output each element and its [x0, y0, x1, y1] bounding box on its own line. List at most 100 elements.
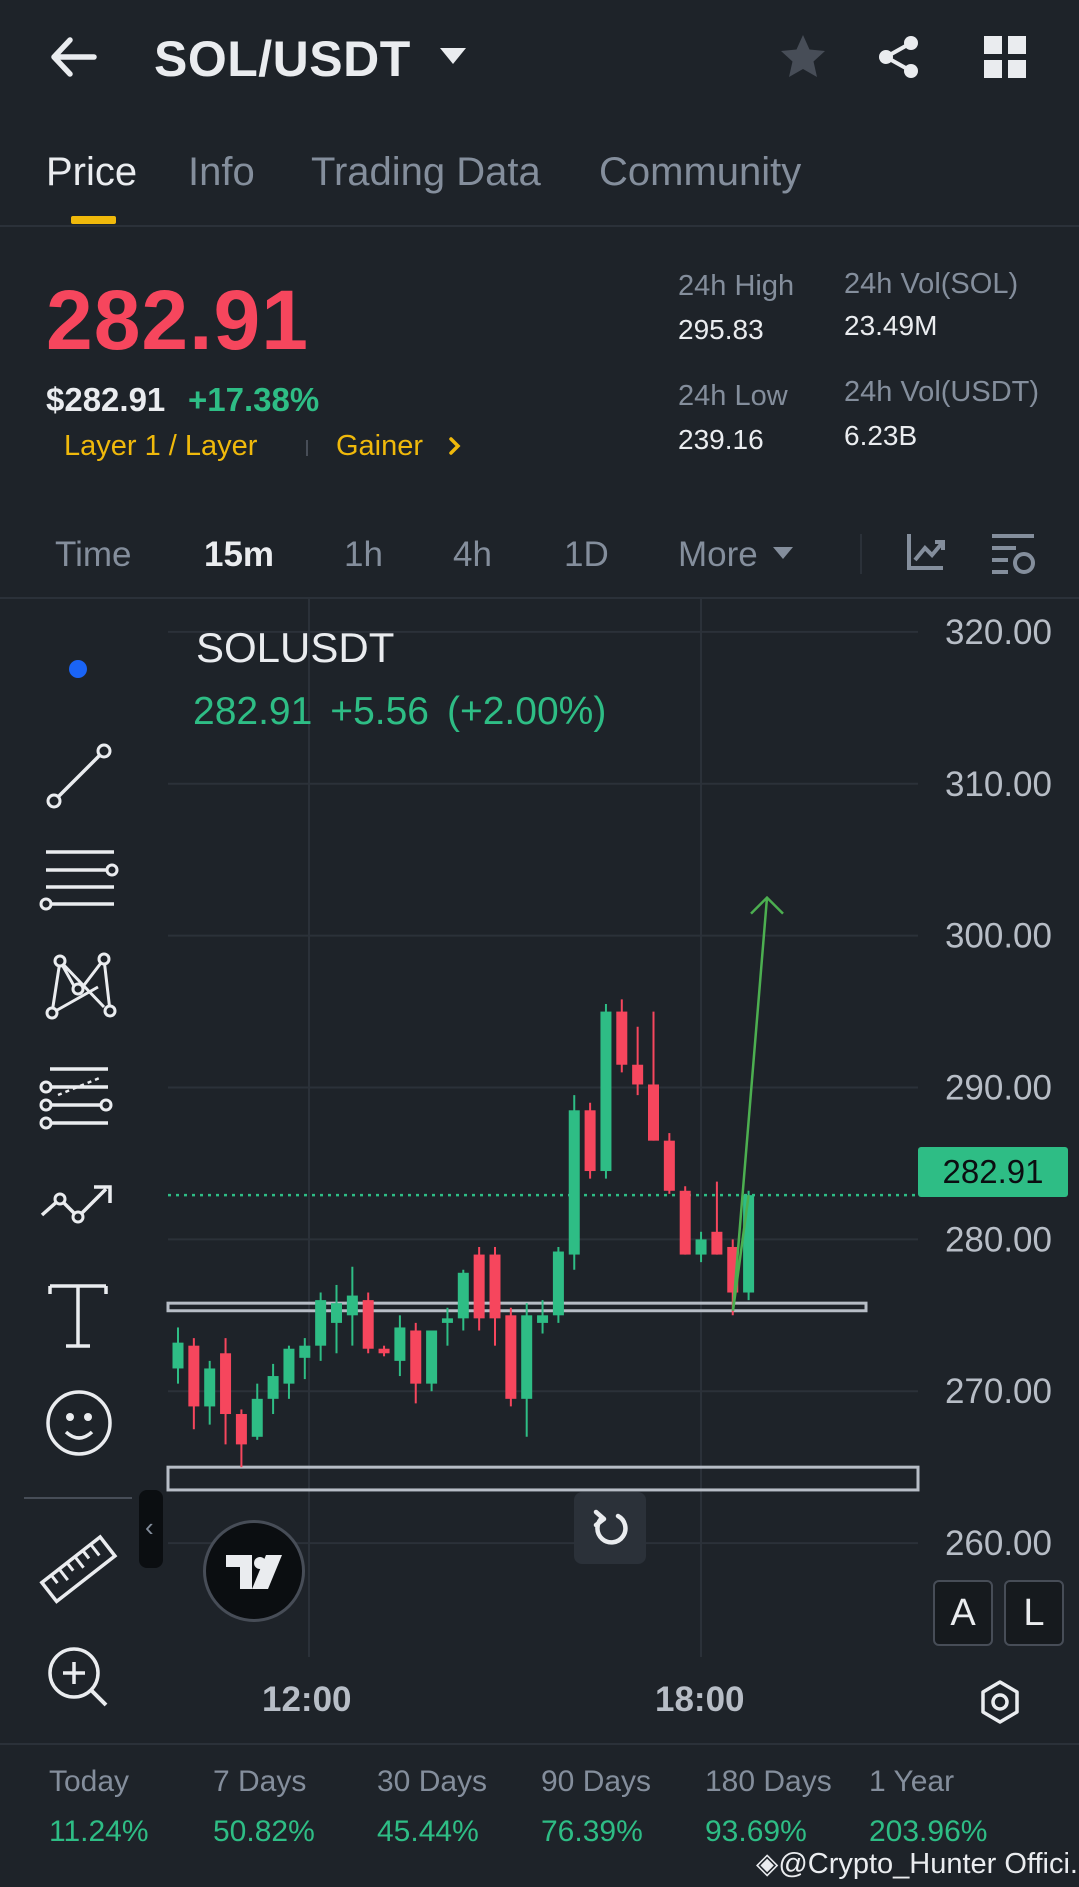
y-tick-label: 300.00 [945, 917, 1052, 956]
zoom-in-icon[interactable] [36, 1635, 122, 1721]
candle-body [362, 1300, 374, 1349]
candle-body [172, 1342, 184, 1369]
tab-community[interactable]: Community [599, 150, 801, 195]
candle-body [489, 1254, 501, 1319]
back-arrow-icon[interactable] [44, 30, 104, 84]
perf-label-180d: 180 Days [705, 1765, 832, 1798]
horizontal-lines-tool-icon[interactable] [36, 837, 122, 923]
support-zone [166, 1465, 920, 1492]
stat-24h-low-label: 24h Low [678, 380, 788, 412]
candle-body [711, 1231, 723, 1255]
chevron-left-icon: ‹ [145, 1512, 154, 1542]
interval-1h[interactable]: 1h [344, 535, 383, 575]
perf-value-1y: 203.96% [869, 1815, 988, 1848]
candle-body [204, 1368, 216, 1407]
grid-menu-icon[interactable] [982, 34, 1028, 80]
candle-body [315, 1300, 327, 1346]
top-bar: SOL/USDT [0, 0, 1079, 115]
pair-title[interactable]: SOL/USDT [154, 30, 411, 88]
last-price: 282.91 [46, 273, 309, 367]
cursor-dot-icon[interactable] [36, 627, 122, 713]
tag-divider [306, 440, 308, 456]
ruler-tool-icon[interactable] [36, 1527, 122, 1613]
candle-body [251, 1398, 263, 1437]
tab-info[interactable]: Info [188, 150, 255, 195]
perf-value-today: 11.24% [49, 1815, 149, 1848]
stat-24h-low-value: 239.16 [678, 424, 764, 455]
interval-15m[interactable]: 15m [204, 535, 274, 575]
candle-body [568, 1110, 580, 1255]
perf-value-90d: 76.39% [541, 1815, 643, 1848]
tab-trading-data[interactable]: Trading Data [311, 150, 541, 195]
chart-gear-icon[interactable] [976, 1678, 1024, 1726]
last-price-tag: 282.91 [918, 1147, 1068, 1197]
perf-label-30d: 30 Days [377, 1765, 488, 1798]
x-tick-12-00: 12:00 [262, 1680, 352, 1719]
category-tag-layer[interactable]: Layer 1 / Layer [64, 430, 257, 463]
candle-body [600, 1011, 612, 1172]
chart-symbol: SOLUSDT [196, 624, 395, 671]
candle-body [267, 1376, 279, 1399]
chart-last-price: 282.91 [193, 690, 313, 733]
candle-body [552, 1251, 564, 1316]
toolbar-collapse-handle[interactable]: ‹ [139, 1490, 163, 1568]
tradingview-logo-icon [226, 1555, 282, 1589]
interval-4h[interactable]: 4h [453, 535, 492, 575]
candle-body [457, 1272, 469, 1319]
candle-body [695, 1239, 707, 1255]
perf-label-today: Today [49, 1765, 130, 1798]
chart-legend: 282.91 +5.56 (+2.00%) [193, 690, 624, 734]
refresh-icon [593, 1509, 628, 1545]
fib-tool-icon[interactable] [36, 1053, 122, 1139]
candle-body [235, 1414, 247, 1445]
candle-body [473, 1254, 485, 1319]
pattern-tool-icon[interactable] [36, 941, 122, 1027]
x-tick-18-00: 18:00 [655, 1680, 745, 1719]
candle-body [378, 1348, 390, 1354]
stat-24h-vol-quote-value: 6.23B [844, 420, 918, 451]
caret-down-icon[interactable] [772, 545, 794, 561]
tab-price[interactable]: Price [46, 150, 137, 195]
support-zone [166, 1301, 868, 1313]
y-tick-label: 310.00 [945, 765, 1052, 804]
chart-settings-icon[interactable] [990, 530, 1036, 576]
indicator-icon[interactable] [905, 530, 947, 572]
reset-chart-button[interactable] [574, 1492, 646, 1564]
candle-body [648, 1084, 659, 1141]
perf-value-7d: 50.82% [213, 1815, 315, 1848]
interval-more[interactable]: More [678, 535, 758, 575]
candle-body [283, 1348, 295, 1384]
perf-label-1y: 1 Year [869, 1765, 955, 1798]
stat-24h-vol-base-label: 24h Vol(SOL) [844, 268, 1019, 300]
y-tick-label: 320.00 [945, 613, 1052, 652]
y-tick-label: 270.00 [945, 1372, 1052, 1411]
emoji-tool-icon[interactable] [36, 1380, 122, 1466]
chart-change: +5.56 [330, 690, 429, 733]
tradingview-logo[interactable] [203, 1520, 305, 1622]
candle-body [679, 1190, 691, 1255]
candle-body [537, 1315, 549, 1323]
candle-body [743, 1195, 755, 1293]
candle-body [663, 1140, 675, 1191]
tab-bar: Price Info Trading Data Community [0, 140, 1079, 227]
candle-body [616, 1011, 628, 1065]
share-icon[interactable] [874, 32, 924, 82]
stat-24h-vol-quote-label: 24h Vol(USDT) [844, 376, 1040, 408]
candle-body [299, 1345, 311, 1358]
interval-divider [860, 534, 862, 574]
interval-time[interactable]: Time [55, 535, 131, 575]
auto-scale-button[interactable]: A [933, 1580, 993, 1646]
chart-change-percent: (+2.00%) [446, 690, 607, 733]
candle-body [584, 1110, 596, 1172]
prediction-tool-icon[interactable] [36, 1161, 122, 1247]
category-tag-gainer[interactable]: Gainer [336, 430, 423, 463]
interval-1d[interactable]: 1D [564, 535, 609, 575]
binance-logo-icon: ◈ [756, 1848, 779, 1880]
caret-down-icon[interactable] [438, 44, 468, 68]
chevron-right-icon[interactable] [446, 434, 464, 458]
text-tool-icon[interactable] [36, 1270, 122, 1356]
star-icon[interactable] [778, 32, 828, 82]
log-scale-button[interactable]: L [1004, 1580, 1064, 1646]
trendline-tool-icon[interactable] [36, 731, 122, 817]
candle-body [220, 1353, 232, 1415]
